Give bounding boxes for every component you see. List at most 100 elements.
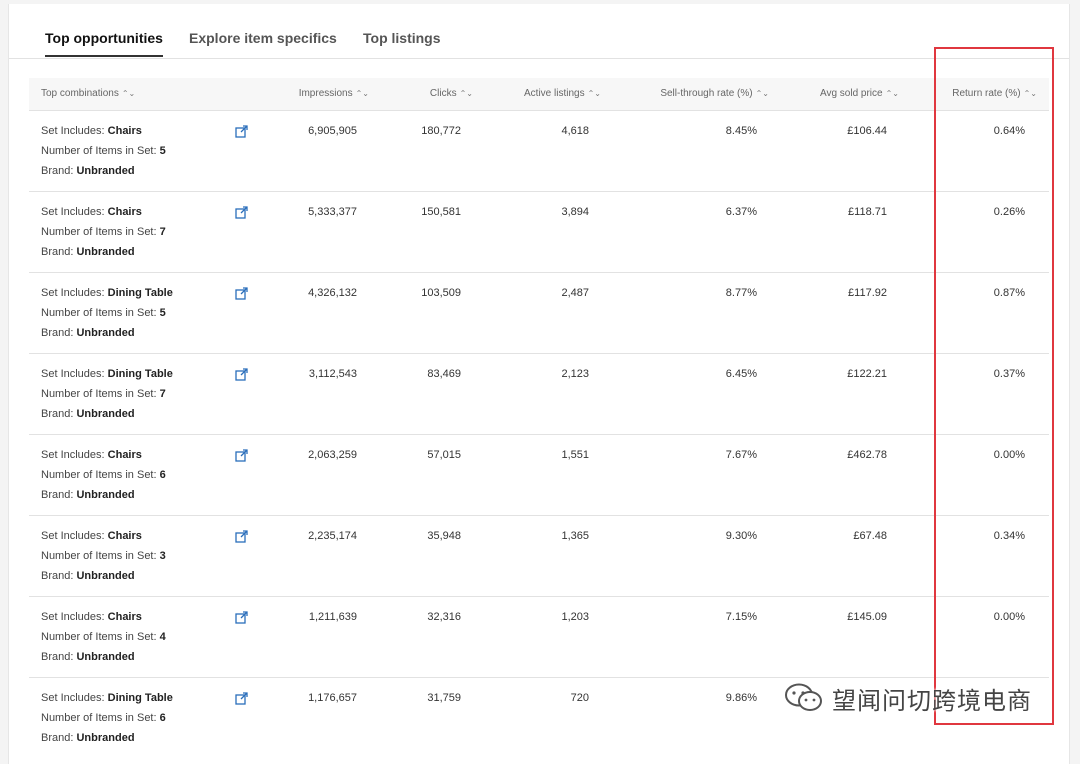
attr-brand: Brand: Unbranded [41,570,135,582]
sort-updown-icon[interactable]: ⌃⌄ [122,89,135,98]
cell-sell-through-rate: 7.67% [725,449,757,461]
tab-explore-item-specifics[interactable]: Explore item specifics [189,30,337,46]
table-row: Set Includes: Dining Table Number of Item… [29,273,1049,354]
cell-clicks: 57,015 [427,449,461,461]
cell-active-listings: 1,365 [561,530,589,542]
cell-clicks: 35,948 [427,530,461,542]
cell-sell-through-rate: 8.77% [725,287,757,299]
attr-items-in-set: Number of Items in Set: 7 [41,388,166,400]
header-active-listings[interactable]: Active listings ⌃⌄ [524,88,601,99]
tab-top-listings[interactable]: Top listings [363,30,441,46]
sort-updown-icon[interactable]: ⌃⌄ [356,89,369,98]
sort-updown-icon[interactable]: ⌃⌄ [886,89,899,98]
cell-sell-through-rate: 9.30% [725,530,757,542]
cell-sell-through-rate: 9.86% [725,692,757,704]
cell-avg-sold-price: £462.78 [847,449,887,461]
tab-top-opportunities[interactable]: Top opportunities [45,30,163,57]
header-clicks[interactable]: Clicks ⌃⌄ [430,88,473,99]
cell-impressions: 4,326,132 [308,287,357,299]
header-return-rate[interactable]: Return rate (%) ⌃⌄ [952,88,1037,99]
attr-set-includes: Set Includes: Dining Table [41,692,173,704]
cell-clicks: 180,772 [421,125,461,137]
table-row: Set Includes: Chairs Number of Items in S… [29,111,1049,192]
header-sell-through-rate[interactable]: Sell-through rate (%) ⌃⌄ [660,88,769,99]
cell-return-rate: 0.37% [993,368,1025,380]
cell-active-listings: 2,123 [561,368,589,380]
cell-clicks: 31,759 [427,692,461,704]
wechat-icon [785,683,822,711]
attr-set-includes: Set Includes: Chairs [41,206,142,218]
attr-items-in-set: Number of Items in Set: 7 [41,226,166,238]
attr-items-in-set: Number of Items in Set: 6 [41,469,166,481]
cell-active-listings: 2,487 [561,287,589,299]
attr-brand: Brand: Unbranded [41,651,135,663]
cell-clicks: 103,509 [421,287,461,299]
cell-impressions: 5,333,377 [308,206,357,218]
report-panel: Top opportunities Explore item specifics… [8,4,1070,764]
cell-return-rate: 0.00% [993,611,1025,623]
attr-items-in-set: Number of Items in Set: 5 [41,307,166,319]
sort-updown-icon[interactable]: ⌃⌄ [460,89,473,98]
attr-brand: Brand: Unbranded [41,732,135,744]
table-row: Set Includes: Chairs Number of Items in S… [29,435,1049,516]
external-link-icon[interactable] [235,287,248,300]
cell-active-listings: 1,551 [561,449,589,461]
cell-active-listings: 4,618 [561,125,589,137]
sort-updown-icon[interactable]: ⌃⌄ [1024,89,1037,98]
attr-set-includes: Set Includes: Chairs [41,530,142,542]
cell-sell-through-rate: 6.45% [725,368,757,380]
cell-active-listings: 3,894 [561,206,589,218]
external-link-icon[interactable] [235,449,248,462]
cell-avg-sold-price: £145.09 [847,611,887,623]
cell-active-listings: 720 [570,692,589,704]
sort-updown-icon[interactable]: ⌃⌄ [588,89,601,98]
cell-clicks: 150,581 [421,206,461,218]
tab-bar: Top opportunities Explore item specifics… [9,4,1069,59]
attr-items-in-set: Number of Items in Set: 5 [41,145,166,157]
attr-brand: Brand: Unbranded [41,489,135,501]
cell-active-listings: 1,203 [561,611,589,623]
attr-items-in-set: Number of Items in Set: 6 [41,712,166,724]
external-link-icon[interactable] [235,206,248,219]
attr-brand: Brand: Unbranded [41,246,135,258]
cell-sell-through-rate: 7.15% [725,611,757,623]
opportunities-table: Top combinations ⌃⌄ Impressions ⌃⌄ Clicks ⌃… [29,78,1049,758]
cell-return-rate: 0.64% [993,125,1025,137]
external-link-icon[interactable] [235,530,248,543]
cell-avg-sold-price: £118.71 [848,206,887,218]
table-row: Set Includes: Chairs Number of Items in S… [29,597,1049,678]
cell-clicks: 83,469 [427,368,461,380]
attr-items-in-set: Number of Items in Set: 3 [41,550,166,562]
cell-impressions: 2,235,174 [308,530,357,542]
cell-return-rate: 0.00% [993,449,1025,461]
external-link-icon[interactable] [235,125,248,138]
cell-sell-through-rate: 8.45% [725,125,757,137]
cell-impressions: 1,211,639 [308,611,357,623]
attr-set-includes: Set Includes: Dining Table [41,287,173,299]
watermark: 望闻问切跨境电商 [784,680,1032,716]
attr-brand: Brand: Unbranded [41,165,135,177]
header-top-combinations[interactable]: Top combinations ⌃⌄ [41,88,135,99]
cell-clicks: 32,316 [427,611,461,623]
external-link-icon[interactable] [235,692,248,705]
cell-avg-sold-price: £106.44 [847,125,887,137]
external-link-icon[interactable] [235,368,248,381]
cell-sell-through-rate: 6.37% [725,206,757,218]
attr-set-includes: Set Includes: Dining Table [41,368,173,380]
cell-impressions: 6,905,905 [308,125,357,137]
header-impressions[interactable]: Impressions ⌃⌄ [299,88,369,99]
external-link-icon[interactable] [235,611,248,624]
header-avg-sold-price[interactable]: Avg sold price ⌃⌄ [820,88,899,99]
attr-brand: Brand: Unbranded [41,327,135,339]
sort-updown-icon[interactable]: ⌃⌄ [756,89,769,98]
table-header: Top combinations ⌃⌄ Impressions ⌃⌄ Clicks ⌃… [29,78,1049,111]
table-body: Set Includes: Chairs Number of Items in S… [29,111,1049,758]
attr-set-includes: Set Includes: Chairs [41,125,142,137]
cell-impressions: 2,063,259 [308,449,357,461]
table-row: Set Includes: Chairs Number of Items in S… [29,192,1049,273]
cell-return-rate: 0.34% [993,530,1025,542]
attr-items-in-set: Number of Items in Set: 4 [41,631,166,643]
attr-set-includes: Set Includes: Chairs [41,611,142,623]
table-row: Set Includes: Dining Table Number of Item… [29,354,1049,435]
cell-impressions: 3,112,543 [308,368,357,380]
